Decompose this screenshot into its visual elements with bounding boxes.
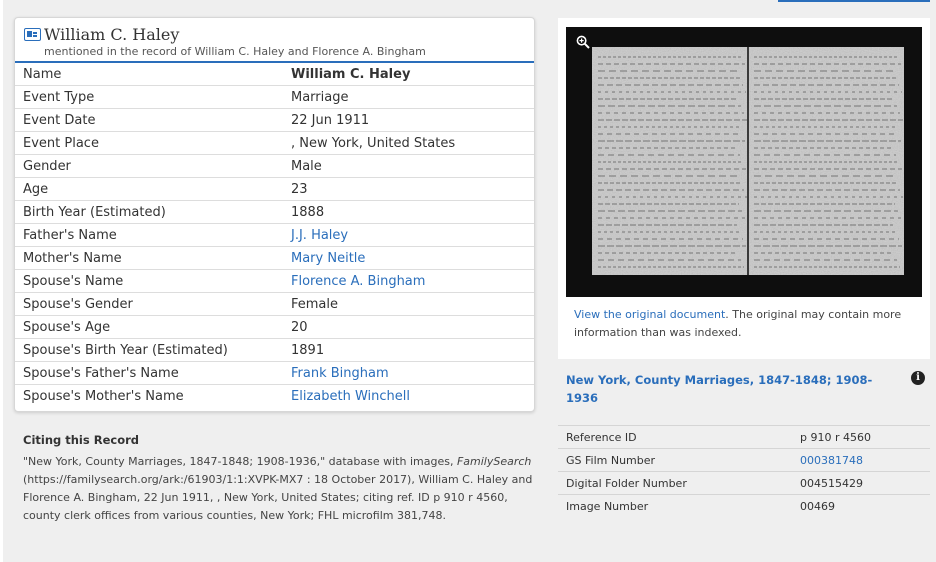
fact-value-link[interactable]: Frank Bingham xyxy=(291,366,389,381)
fact-label: Spouse's Name xyxy=(15,269,283,293)
fact-row-spouse-s-name: Spouse's Name Florence A. Bingham xyxy=(15,269,534,293)
fact-value: , New York, United States xyxy=(283,131,534,155)
reference-value-cell: 000381748 xyxy=(792,448,930,472)
info-icon[interactable]: i xyxy=(911,371,925,385)
reference-label: Reference ID xyxy=(558,425,792,449)
record-facts-table: Name William C. Haley Event Type Marriage Ev… xyxy=(15,63,534,407)
citation-text: "New York, County Marriages, 1847-1848; … xyxy=(23,453,538,525)
fact-row-event-place: Event Place, New York, United States xyxy=(15,131,534,155)
reference-table: Reference ID p 910 r 4560 GS Film Number 00… xyxy=(558,425,930,517)
fact-label: Father's Name xyxy=(15,223,283,247)
citation-source-name: FamilySearch xyxy=(456,455,532,468)
fact-label: Spouse's Gender xyxy=(15,292,283,316)
reference-value-link[interactable]: 000381748 xyxy=(800,454,863,467)
fact-value-link[interactable]: Florence A. Bingham xyxy=(291,274,425,289)
fact-label: Event Place xyxy=(15,131,283,155)
fact-row-mother-s-name: Mother's Name Mary Neitle xyxy=(15,246,534,270)
fact-row-spouse-s-birth-year-estimated: Spouse's Birth Year (Estimated) 1891 xyxy=(15,338,534,362)
fact-label: Spouse's Mother's Name xyxy=(15,384,283,407)
reference-label: GS Film Number xyxy=(558,448,792,472)
fact-row-birth-year-estimated: Birth Year (Estimated) 1888 xyxy=(15,200,534,224)
fact-value-cell: Mary Neitle xyxy=(283,246,534,270)
fact-label: Gender xyxy=(15,154,283,178)
document-scan-image xyxy=(566,27,922,297)
reference-row-reference-id: Reference ID p 910 r 4560 xyxy=(558,425,930,449)
reference-row-gs-film-number: GS Film Number 000381748 xyxy=(558,448,930,472)
fact-value-link[interactable]: J.J. Haley xyxy=(291,228,348,243)
reference-value: 00469 xyxy=(792,494,930,517)
fact-value: William C. Haley xyxy=(291,66,411,82)
fact-row-spouse-s-age: Spouse's Age 20 xyxy=(15,315,534,339)
fact-row-event-date: Event Date 22 Jun 1911 xyxy=(15,108,534,132)
fact-value: 22 Jun 1911 xyxy=(283,108,534,132)
reference-row-image-number: Image Number 00469 xyxy=(558,494,930,517)
fact-row-father-s-name: Father's Name J.J. Haley xyxy=(15,223,534,247)
view-original-text: View the original document. The original… xyxy=(574,306,920,342)
reference-label: Image Number xyxy=(558,494,792,517)
fact-value: Female xyxy=(283,292,534,316)
record-card-icon xyxy=(24,28,41,41)
fact-value: 20 xyxy=(283,315,534,339)
image-panel: View the original document. The original… xyxy=(558,18,930,359)
fact-row-gender: Gender Male xyxy=(15,154,534,178)
fact-label: Spouse's Birth Year (Estimated) xyxy=(15,338,283,362)
collection-title-link[interactable]: New York, County Marriages, 1847-1848; 1… xyxy=(566,371,886,407)
fact-label: Mother's Name xyxy=(15,246,283,270)
fact-label: Spouse's Age xyxy=(15,315,283,339)
citation-text-before: "New York, County Marriages, 1847-1848; … xyxy=(23,455,454,468)
fact-value-link[interactable]: Mary Neitle xyxy=(291,251,365,266)
reference-value: 004515429 xyxy=(792,471,930,495)
fact-value: 23 xyxy=(283,177,534,201)
fact-label: Event Date xyxy=(15,108,283,132)
fact-value: Male xyxy=(283,154,534,178)
record-card: William C. Haley mentioned in the record… xyxy=(14,17,535,412)
zoom-in-icon[interactable] xyxy=(576,35,590,49)
citation-text-after: (https://familysearch.org/ark:/61903/1:1… xyxy=(23,473,533,522)
record-subtitle: mentioned in the record of William C. Ha… xyxy=(44,45,426,58)
fact-row-age: Age 23 xyxy=(15,177,534,201)
fact-value: 1891 xyxy=(283,338,534,362)
fact-value-cell: Florence A. Bingham xyxy=(283,269,534,293)
fact-label: Event Type xyxy=(15,85,283,109)
fact-label: Spouse's Father's Name xyxy=(15,361,283,385)
fact-label: Age xyxy=(15,177,283,201)
fact-value-cell: Elizabeth Winchell xyxy=(283,384,534,407)
fact-row-spouse-s-gender: Spouse's Gender Female xyxy=(15,292,534,316)
reference-row-digital-folder-number: Digital Folder Number 004515429 xyxy=(558,471,930,495)
record-image-thumbnail[interactable] xyxy=(566,27,922,297)
view-original-link[interactable]: View the original document xyxy=(574,308,725,321)
fact-value-cell: Frank Bingham xyxy=(283,361,534,385)
reference-value: p 910 r 4560 xyxy=(792,425,930,449)
record-header: William C. Haley mentioned in the record… xyxy=(15,18,534,63)
citation-heading: Citing this Record xyxy=(23,433,139,447)
fact-label: Name xyxy=(23,66,62,82)
fact-value: Marriage xyxy=(283,85,534,109)
fact-row-spouse-s-father-s-name: Spouse's Father's Name Frank Bingham xyxy=(15,361,534,385)
fact-row-event-type: Event Type Marriage xyxy=(15,85,534,109)
fact-row-spouse-s-mother-s-name: Spouse's Mother's Name Elizabeth Winchell xyxy=(15,384,534,407)
fact-value-link[interactable]: Elizabeth Winchell xyxy=(291,389,410,404)
fact-label: Birth Year (Estimated) xyxy=(15,200,283,224)
fact-value: 1888 xyxy=(283,200,534,224)
fact-row-name: Name William C. Haley xyxy=(15,63,534,86)
record-title: William C. Haley xyxy=(44,25,180,44)
fact-value-cell: J.J. Haley xyxy=(283,223,534,247)
reference-label: Digital Folder Number xyxy=(558,471,792,495)
top-action-strip[interactable] xyxy=(778,0,930,2)
